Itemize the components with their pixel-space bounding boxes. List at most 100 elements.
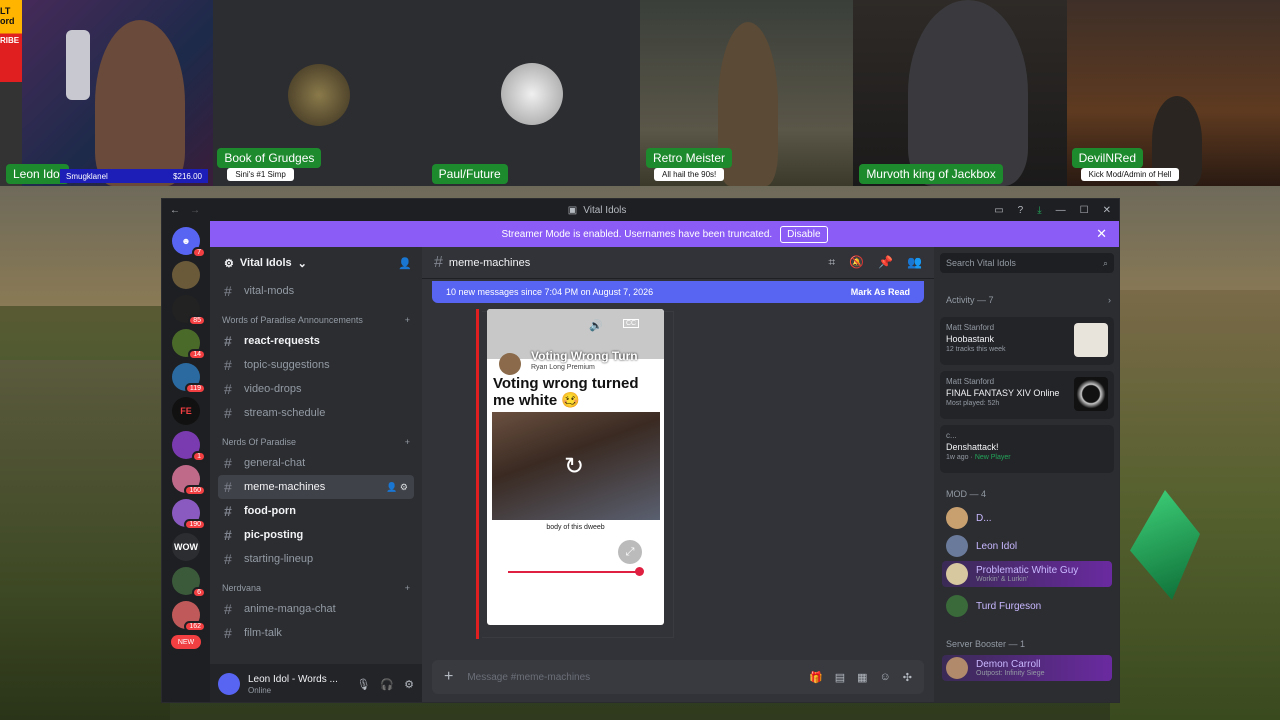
microphone-icon[interactable]: 🎙 xyxy=(356,678,370,691)
channel-starting-lineup[interactable]: # starting-lineup xyxy=(218,547,414,571)
emoji-icon[interactable]: ☺ xyxy=(880,671,891,684)
member-item[interactable]: D... xyxy=(942,505,1112,531)
channel-vital-mods[interactable]: # vital-mods xyxy=(218,279,414,303)
channel-list: # vital-mods Words of Paradise Announceme… xyxy=(210,279,422,645)
avatar[interactable] xyxy=(218,673,240,695)
add-channel-icon[interactable]: + xyxy=(405,315,410,325)
members-icon[interactable]: 👥 xyxy=(907,255,922,270)
discord-home-icon[interactable]: ☻ 7 xyxy=(172,227,206,258)
activity-card[interactable]: c... Denshattack! 1w ago · New Player xyxy=(940,425,1114,473)
download-icon[interactable]: ⤓ xyxy=(1037,205,1041,216)
replay-icon[interactable]: ↻ xyxy=(564,452,584,481)
chevron-down-icon: ⌄ xyxy=(297,257,307,270)
expand-icon[interactable]: ⤢ xyxy=(618,540,642,564)
server-icon[interactable]: 162 xyxy=(172,601,206,632)
forward-arrow-icon[interactable]: → xyxy=(190,205,200,216)
member-item[interactable]: Leon Idol xyxy=(942,533,1112,559)
inbox-icon[interactable]: ▭ xyxy=(994,205,1003,216)
member-panel: Search Vital Idols ⌕ Activity — 7 › Matt… xyxy=(934,247,1119,702)
game-art xyxy=(1074,431,1108,465)
add-attachment-icon[interactable]: + xyxy=(444,668,453,686)
gift-icon[interactable]: 🎁 xyxy=(809,671,823,684)
channel-react-requests[interactable]: # react-requests xyxy=(218,329,414,353)
help-icon[interactable]: ? xyxy=(1018,205,1024,216)
video-thumbnail[interactable]: ↻ xyxy=(492,412,660,520)
maximize-button[interactable]: ☐ xyxy=(1080,205,1089,216)
activity-header[interactable]: Activity — 7 › xyxy=(946,295,1111,305)
guild-header[interactable]: ⚙ Vital Idols ⌄ 👤 xyxy=(210,247,422,279)
pin-icon[interactable]: 📌 xyxy=(878,255,893,270)
background-hill-left xyxy=(0,360,170,720)
server-icon[interactable]: 190 xyxy=(172,499,206,530)
channel-general-chat[interactable]: # general-chat xyxy=(218,451,414,475)
captions-icon[interactable]: CC xyxy=(623,319,640,328)
category-header[interactable]: Nerdvana + xyxy=(222,583,410,593)
invite-member-icon[interactable]: 👤 xyxy=(398,257,412,270)
server-icon[interactable]: 85 xyxy=(172,295,206,326)
stream-overlay-side: LT ord RIBE xyxy=(0,0,22,186)
webcam-leon-idol: LT ord RIBE Leon Idol Smugklanel $216.00 xyxy=(0,0,214,186)
threads-icon[interactable]: ⌗ xyxy=(828,255,835,270)
gif-icon[interactable]: ▤ xyxy=(835,671,845,684)
channel-meme-machines[interactable]: # meme-machines 👤 ⚙ xyxy=(218,475,414,499)
channel-anime-manga-chat[interactable]: # anime-manga-chat xyxy=(218,597,414,621)
member-item[interactable]: Turd Furgeson xyxy=(942,593,1112,619)
video-embed[interactable]: 🔊 CC Voting Wrong Turn Ryan Long Premium… xyxy=(487,309,664,625)
mute-bell-icon[interactable]: 🔕 xyxy=(849,255,864,270)
server-icon[interactable] xyxy=(172,261,200,289)
new-messages-text: 10 new messages since 7:04 PM on August … xyxy=(446,287,654,297)
headphones-icon[interactable]: 🎧 xyxy=(380,678,394,691)
server-icon[interactable]: 1 xyxy=(172,431,206,462)
activity-card[interactable]: Matt Stanford FINAL FANTASY XIV Online M… xyxy=(940,371,1114,419)
member-item[interactable]: Problematic White Guy Workin' & Lurkin' xyxy=(942,561,1112,587)
discord-window: ← → ▣ Vital Idols ▭ ? ⤓ — ☐ ✕ Streamer M… xyxy=(161,198,1120,703)
add-channel-icon[interactable]: + xyxy=(405,583,410,593)
channel-stream-schedule[interactable]: # stream-schedule xyxy=(218,401,414,425)
close-window-button[interactable]: ✕ xyxy=(1103,205,1111,216)
disable-streamer-mode-button[interactable]: Disable xyxy=(780,225,828,243)
message-input[interactable]: Message #meme-machines xyxy=(467,672,590,683)
server-icon[interactable]: WOW xyxy=(172,533,200,561)
member-item[interactable]: Demon Carroll Outpost: Infinity Siege xyxy=(942,655,1112,681)
search-input[interactable]: Search Vital Idols ⌕ xyxy=(940,253,1114,273)
server-icon: ▣ xyxy=(567,204,578,216)
category-header[interactable]: Nerds Of Paradise + xyxy=(222,437,410,447)
new-messages-bar[interactable]: 10 new messages since 7:04 PM on August … xyxy=(432,281,924,303)
activity-card[interactable]: Matt Stanford Hoobastank 12 tracks this … xyxy=(940,317,1114,365)
channel-settings-icon[interactable]: 👤 ⚙ xyxy=(386,482,408,493)
user-panel: Leon Idol - Words ... Online 🎙 🎧 ⚙ xyxy=(210,664,422,702)
channel-film-talk[interactable]: # film-talk xyxy=(218,621,414,645)
webcam-name-label: DevilNRed xyxy=(1071,148,1143,168)
avatar xyxy=(288,64,351,126)
hash-icon: # xyxy=(224,601,232,617)
add-channel-icon[interactable]: + xyxy=(405,437,410,447)
video-progress-knob[interactable] xyxy=(635,567,644,576)
video-progress-track[interactable] xyxy=(508,571,640,573)
message-composer[interactable]: + Message #meme-machines 🎁 ▤ ▦ ☺ ✣ xyxy=(432,660,924,694)
server-icon[interactable]: 6 xyxy=(172,567,206,598)
webcam-name-label: Paul/Future xyxy=(431,164,508,184)
mark-as-read-button[interactable]: Mark As Read xyxy=(851,287,910,297)
channel-topic-suggestions[interactable]: # topic-suggestions xyxy=(218,353,414,377)
webcam-name-label: Murvoth king of Jackbox xyxy=(859,164,1003,184)
sticker-icon[interactable]: ▦ xyxy=(857,671,867,684)
server-icon[interactable]: 160 xyxy=(172,465,206,496)
user-info[interactable]: Leon Idol - Words ... Online xyxy=(248,674,338,695)
category-header[interactable]: Words of Paradise Announcements + xyxy=(222,315,410,325)
back-arrow-icon[interactable]: ← xyxy=(170,205,180,216)
server-icon[interactable]: 14 xyxy=(172,329,206,360)
webcam-devilnred: DevilNRed Kick Mod/Admin of Hell xyxy=(1066,0,1280,186)
channel-video-drops[interactable]: # video-drops xyxy=(218,377,414,401)
close-banner-icon[interactable]: ✕ xyxy=(1096,226,1107,242)
server-icon[interactable]: 119 xyxy=(172,363,206,394)
volume-icon[interactable]: 🔊 xyxy=(589,319,603,332)
channel-food-porn[interactable]: # food-porn xyxy=(218,499,414,523)
channel-pic-posting[interactable]: # pic-posting xyxy=(218,523,414,547)
minimize-button[interactable]: — xyxy=(1056,205,1066,216)
server-icon[interactable]: FE xyxy=(172,397,200,425)
hash-icon: # xyxy=(224,479,232,495)
settings-gear-icon[interactable]: ⚙ xyxy=(404,678,414,691)
avatar xyxy=(946,563,968,585)
new-servers-pill[interactable]: NEW xyxy=(171,635,201,649)
apps-icon[interactable]: ✣ xyxy=(903,671,912,684)
